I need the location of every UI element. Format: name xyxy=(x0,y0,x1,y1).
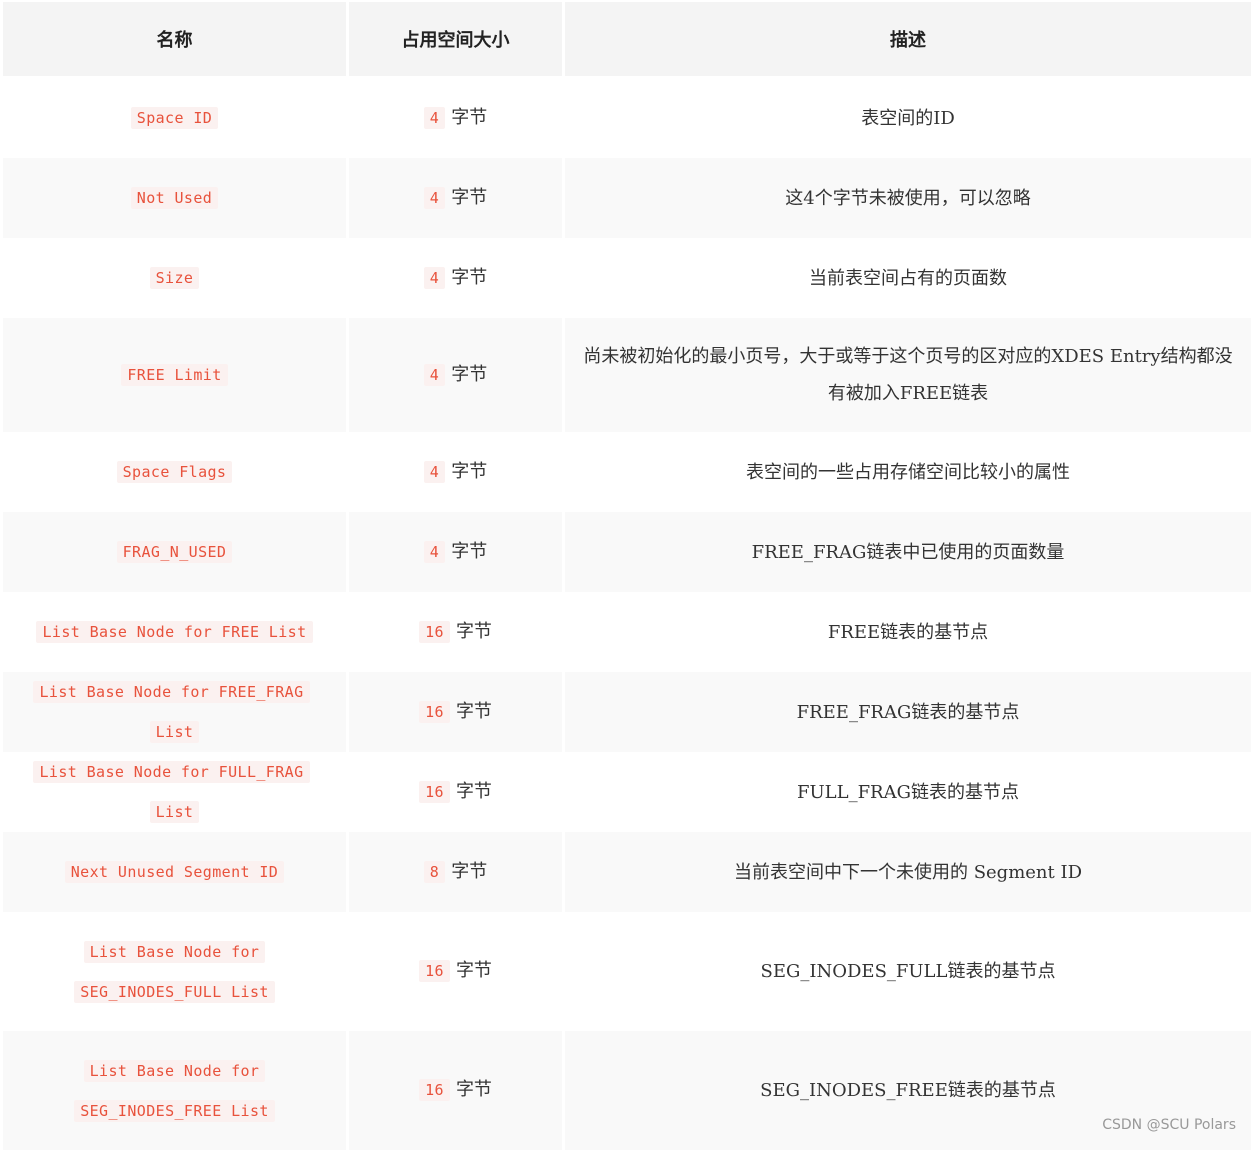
size-number: 8 xyxy=(423,860,446,883)
field-name: List Base Node for SEG_INODES_FULL List xyxy=(74,940,275,1003)
description-cell: FREE_FRAG链表的基节点 xyxy=(565,672,1251,752)
csdn-watermark: CSDN @SCU Polars xyxy=(1102,1117,1236,1133)
table-row: List Base Node for SEG_INODES_FREE List … xyxy=(3,1031,1251,1150)
size-number: 16 xyxy=(419,1079,450,1101)
table-body: Space ID 4 字节 表空间的ID Not Used 4 字节 这4个字节未被… xyxy=(3,78,1251,1150)
size-cell: 16 字节 xyxy=(349,752,565,832)
name-cell: FRAG_N_USED xyxy=(3,512,349,592)
name-cell: List Base Node for FREE List xyxy=(3,592,349,672)
size-number: 4 xyxy=(423,363,446,386)
header-row: 名称 占用空间大小 描述 xyxy=(3,2,1251,78)
table-row: List Base Node for FULL_FRAG List 16 字节 F… xyxy=(3,752,1251,832)
size-cell: 4 字节 xyxy=(349,78,565,158)
size-cell: 16 字节 xyxy=(349,912,565,1031)
field-name: Next Unused Segment ID xyxy=(64,861,285,883)
size-unit: 字节 xyxy=(451,266,488,288)
field-name: Size xyxy=(149,267,200,289)
field-name: FREE Limit xyxy=(121,364,228,386)
name-cell: List Base Node for FULL_FRAG List xyxy=(3,752,349,832)
size-cell: 16 字节 xyxy=(349,672,565,752)
field-name: Not Used xyxy=(130,187,219,209)
name-cell: List Base Node for SEG_INODES_FULL List xyxy=(3,912,349,1031)
size-unit: 字节 xyxy=(451,460,488,482)
table-header: 名称 占用空间大小 描述 xyxy=(3,2,1251,78)
size-unit: 字节 xyxy=(451,186,488,208)
name-cell: Next Unused Segment ID xyxy=(3,832,349,912)
size-unit: 字节 xyxy=(455,700,492,722)
field-name: List Base Node for FREE_FRAG List xyxy=(33,681,310,743)
size-number: 16 xyxy=(419,960,450,982)
name-cell: FREE Limit xyxy=(3,318,349,432)
fsp-header-table: 名称 占用空间大小 描述 Space ID 4 字节 表空间的ID Not Use… xyxy=(3,2,1251,1150)
table-row: Space ID 4 字节 表空间的ID xyxy=(3,78,1251,158)
size-unit: 字节 xyxy=(455,780,492,802)
size-unit: 字节 xyxy=(451,363,488,385)
size-cell: 8 字节 xyxy=(349,832,565,912)
description-cell: SEG_INODES_FULL链表的基节点 xyxy=(565,912,1251,1031)
name-cell: Space ID xyxy=(3,78,349,158)
description-cell: FULL_FRAG链表的基节点 xyxy=(565,752,1251,832)
description-cell: FREE链表的基节点 xyxy=(565,592,1251,672)
fsp-header-table-container: 名称 占用空间大小 描述 Space ID 4 字节 表空间的ID Not Use… xyxy=(3,2,1251,1150)
size-unit: 字节 xyxy=(455,620,492,642)
size-number: 4 xyxy=(423,106,446,129)
size-cell: 4 字节 xyxy=(349,318,565,432)
name-cell: Space Flags xyxy=(3,432,349,512)
size-cell: 4 字节 xyxy=(349,432,565,512)
field-name: Space Flags xyxy=(116,461,233,483)
table-row: Next Unused Segment ID 8 字节 当前表空间中下一个未使用的… xyxy=(3,832,1251,912)
description-cell: FREE_FRAG链表中已使用的页面数量 xyxy=(565,512,1251,592)
size-number: 16 xyxy=(419,780,450,803)
header-size: 占用空间大小 xyxy=(349,2,565,78)
description-cell: 表空间的ID xyxy=(565,78,1251,158)
name-cell: List Base Node for FREE_FRAG List xyxy=(3,672,349,752)
size-unit: 字节 xyxy=(451,860,488,882)
size-cell: 4 字节 xyxy=(349,238,565,318)
field-name: List Base Node for FULL_FRAG List xyxy=(33,761,310,823)
size-number: 16 xyxy=(419,700,450,723)
field-name: Space ID xyxy=(130,107,219,129)
table-row: Not Used 4 字节 这4个字节未被使用，可以忽略 xyxy=(3,158,1251,238)
size-unit: 字节 xyxy=(455,1079,492,1100)
description-cell: 当前表空间占有的页面数 xyxy=(565,238,1251,318)
field-name: FRAG_N_USED xyxy=(116,541,233,563)
size-number: 16 xyxy=(419,620,450,643)
field-name: List Base Node for FREE List xyxy=(36,621,313,643)
name-cell: List Base Node for SEG_INODES_FREE List xyxy=(3,1031,349,1150)
table-row: Space Flags 4 字节 表空间的一些占用存储空间比较小的属性 xyxy=(3,432,1251,512)
description-cell: 这4个字节未被使用，可以忽略 xyxy=(565,158,1251,238)
size-number: 4 xyxy=(423,186,446,209)
table-row: List Base Node for SEG_INODES_FULL List … xyxy=(3,912,1251,1031)
size-cell: 16 字节 xyxy=(349,592,565,672)
size-cell: 4 字节 xyxy=(349,158,565,238)
size-unit: 字节 xyxy=(451,106,488,128)
table-row: FREE Limit 4 字节 尚未被初始化的最小页号，大于或等于这个页号的区对应… xyxy=(3,318,1251,432)
description-cell: 表空间的一些占用存储空间比较小的属性 xyxy=(565,432,1251,512)
size-unit: 字节 xyxy=(455,960,492,981)
size-cell: 4 字节 xyxy=(349,512,565,592)
size-cell: 16 字节 xyxy=(349,1031,565,1150)
size-number: 4 xyxy=(423,266,446,289)
field-name: List Base Node for SEG_INODES_FREE List xyxy=(74,1059,275,1122)
size-number: 4 xyxy=(423,460,446,483)
name-cell: Not Used xyxy=(3,158,349,238)
table-row: List Base Node for FREE List 16 字节 FREE链表… xyxy=(3,592,1251,672)
description-cell: 尚未被初始化的最小页号，大于或等于这个页号的区对应的XDES Entry结构都没… xyxy=(565,318,1251,432)
size-number: 4 xyxy=(423,540,446,563)
table-row: Size 4 字节 当前表空间占有的页面数 xyxy=(3,238,1251,318)
table-row: List Base Node for FREE_FRAG List 16 字节 F… xyxy=(3,672,1251,752)
size-unit: 字节 xyxy=(451,540,488,562)
name-cell: Size xyxy=(3,238,349,318)
description-cell: 当前表空间中下一个未使用的 Segment ID xyxy=(565,832,1251,912)
header-name: 名称 xyxy=(3,2,349,78)
header-description: 描述 xyxy=(565,2,1251,78)
table-row: FRAG_N_USED 4 字节 FREE_FRAG链表中已使用的页面数量 xyxy=(3,512,1251,592)
